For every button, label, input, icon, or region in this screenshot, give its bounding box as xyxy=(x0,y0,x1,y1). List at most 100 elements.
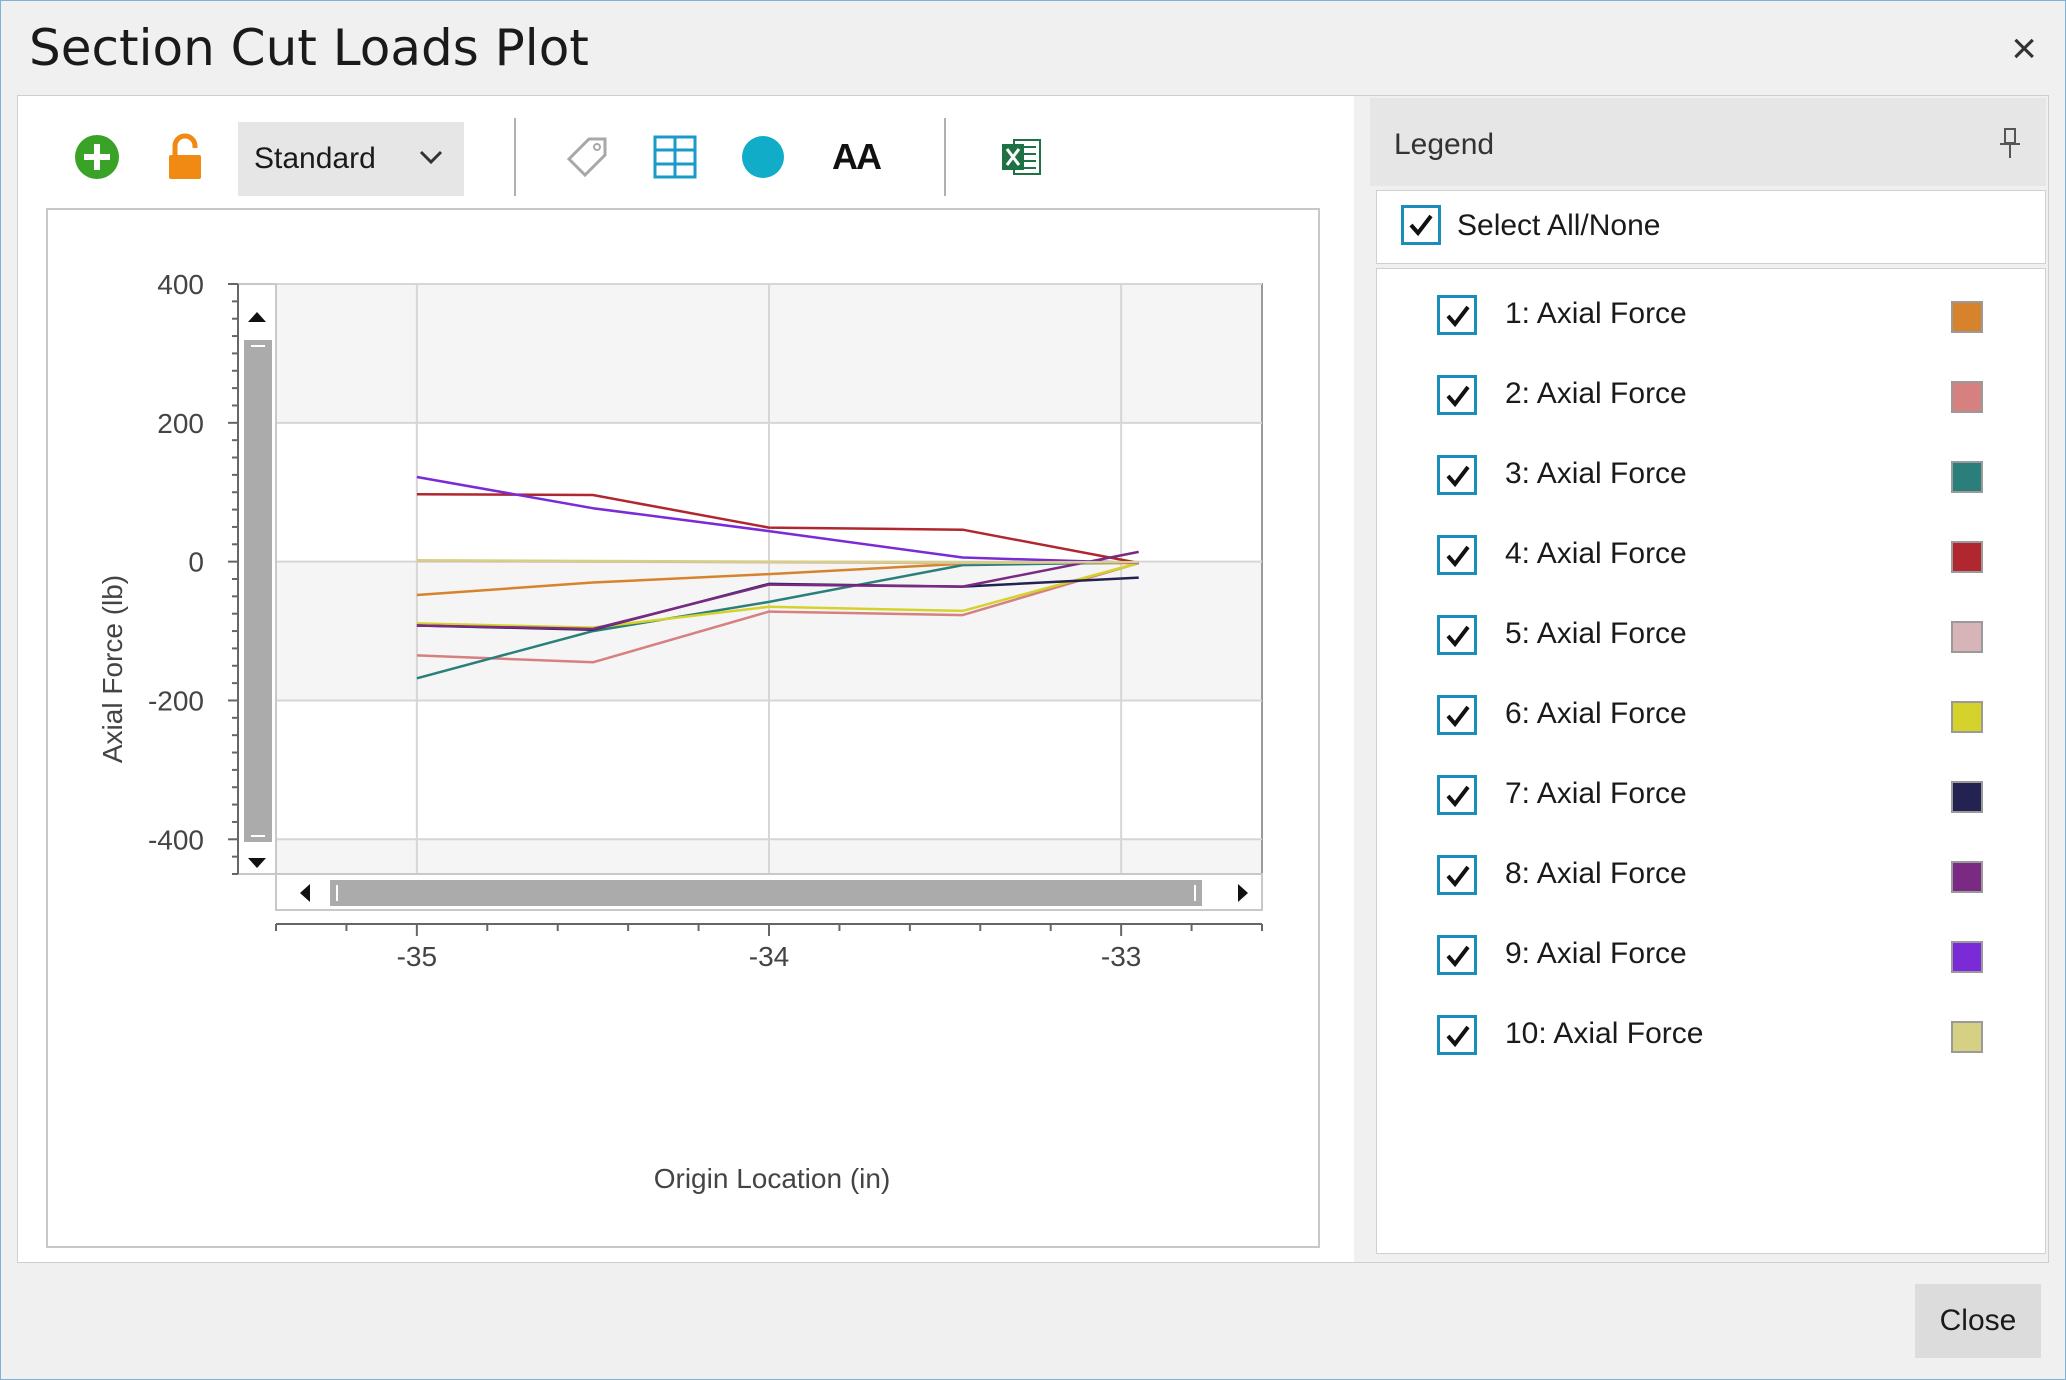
legend-color-swatch xyxy=(1951,781,1983,813)
legend-item[interactable]: 4: Axial Force xyxy=(1377,521,2045,581)
grid-icon xyxy=(653,135,697,179)
checkmark-icon xyxy=(1446,865,1470,888)
legend-color-swatch xyxy=(1951,381,1983,413)
legend-item-checkbox[interactable] xyxy=(1437,535,1477,575)
font-icon: AA xyxy=(832,136,882,177)
plot-area: Standard AA -35 -34 -33 400 200 0 -200 -… xyxy=(18,96,1328,1262)
legend-title: Legend xyxy=(1394,128,1495,161)
legend-item-label: 4: Axial Force xyxy=(1505,537,1687,570)
chevron-down-icon xyxy=(419,150,443,165)
legend-item-label: 8: Axial Force xyxy=(1505,857,1687,890)
checkmark-icon xyxy=(1446,385,1470,408)
x-tick-label: -34 xyxy=(749,941,789,972)
chart-frame: -35 -34 -33 400 200 0 -200 -400 Origin Locatio… xyxy=(46,208,1320,1248)
checkmark-icon xyxy=(1446,705,1470,728)
dialog-window: Section Cut Loads Plot × Standard AA -35… xyxy=(0,0,2066,1380)
legend-item[interactable]: 7: Axial Force xyxy=(1377,761,2045,821)
close-icon[interactable]: × xyxy=(2011,27,2037,71)
legend-color-swatch xyxy=(1951,541,1983,573)
legend-item-checkbox[interactable] xyxy=(1437,1015,1477,1055)
export-excel-button[interactable] xyxy=(994,130,1048,184)
legend-item-label: 10: Axial Force xyxy=(1505,1017,1704,1050)
legend-item[interactable]: 8: Axial Force xyxy=(1377,841,2045,901)
legend-item-checkbox[interactable] xyxy=(1437,695,1477,735)
legend-item-label: 3: Axial Force xyxy=(1505,457,1687,490)
legend-color-swatch xyxy=(1951,1021,1983,1053)
checkmark-icon xyxy=(1446,785,1470,808)
marker-button[interactable] xyxy=(736,130,790,184)
pin-icon[interactable] xyxy=(1996,126,2024,160)
legend-color-swatch xyxy=(1951,301,1983,333)
legend-item-checkbox[interactable] xyxy=(1437,855,1477,895)
unlock-icon xyxy=(169,133,201,179)
legend-item-checkbox[interactable] xyxy=(1437,295,1477,335)
legend-item[interactable]: 10: Axial Force xyxy=(1377,1001,2045,1061)
legend-panel: Legend Select All/None 1: Axial Force 2: … xyxy=(1354,96,2048,1262)
circle-marker-icon xyxy=(742,136,784,178)
legend-color-swatch xyxy=(1951,861,1983,893)
legend-list: 1: Axial Force 2: Axial Force 3: Axial For… xyxy=(1376,268,2046,1254)
legend-item-label: 1: Axial Force xyxy=(1505,297,1687,330)
style-select-value: Standard xyxy=(254,142,376,175)
horizontal-scrollbar[interactable] xyxy=(275,873,1263,911)
lock-button[interactable] xyxy=(158,130,212,184)
legend-item-label: 9: Axial Force xyxy=(1505,937,1687,970)
legend-item[interactable]: 5: Axial Force xyxy=(1377,601,2045,661)
legend-item-checkbox[interactable] xyxy=(1437,775,1477,815)
y-axis-label: Axial Force (lb) xyxy=(97,575,128,763)
select-all-checkbox[interactable] xyxy=(1401,205,1441,245)
checkmark-icon xyxy=(1446,1025,1470,1048)
legend-header: Legend xyxy=(1370,98,2046,186)
legend-item[interactable]: 9: Axial Force xyxy=(1377,921,2045,981)
legend-item-checkbox[interactable] xyxy=(1437,455,1477,495)
plus-circle-icon xyxy=(75,135,119,179)
y-tick-label: 200 xyxy=(157,408,204,439)
legend-item[interactable]: 2: Axial Force xyxy=(1377,361,2045,421)
select-all-label: Select All/None xyxy=(1457,209,1661,242)
legend-item-label: 5: Axial Force xyxy=(1505,617,1687,650)
checkmark-icon xyxy=(1446,305,1470,328)
y-tick-label: 400 xyxy=(157,269,204,300)
horizontal-scroll-thumb[interactable] xyxy=(330,880,1202,906)
legend-color-swatch xyxy=(1951,701,1983,733)
checkmark-icon xyxy=(1409,214,1433,237)
select-all-row[interactable]: Select All/None xyxy=(1376,190,2046,264)
toolbar-separator xyxy=(944,118,946,196)
y-tick-label: -400 xyxy=(148,824,204,855)
legend-item-checkbox[interactable] xyxy=(1437,375,1477,415)
x-tick-label: -35 xyxy=(397,941,437,972)
add-plot-button[interactable] xyxy=(70,130,124,184)
dialog-content: Standard AA -35 -34 -33 400 200 0 -200 -… xyxy=(17,95,2049,1263)
x-tick-label: -33 xyxy=(1101,941,1141,972)
y-tick-label: -200 xyxy=(148,685,204,716)
legend-item-checkbox[interactable] xyxy=(1437,935,1477,975)
close-button[interactable]: Close xyxy=(1915,1284,2041,1358)
legend-color-swatch xyxy=(1951,461,1983,493)
legend-item-checkbox[interactable] xyxy=(1437,615,1477,655)
legend-item-label: 7: Axial Force xyxy=(1505,777,1687,810)
dialog-title: Section Cut Loads Plot xyxy=(29,19,589,77)
legend-item[interactable]: 3: Axial Force xyxy=(1377,441,2045,501)
checkmark-icon xyxy=(1446,945,1470,968)
vertical-scrollbar[interactable] xyxy=(237,283,277,875)
legend-item[interactable]: 1: Axial Force xyxy=(1377,281,2045,341)
x-axis-label: Origin Location (in) xyxy=(654,1163,891,1194)
toolbar-separator xyxy=(514,118,516,196)
tag-icon xyxy=(566,137,607,178)
legend-color-swatch xyxy=(1951,621,1983,653)
legend-item-label: 2: Axial Force xyxy=(1505,377,1687,410)
grid-button[interactable] xyxy=(648,130,702,184)
legend-item[interactable]: 6: Axial Force xyxy=(1377,681,2045,741)
font-button[interactable]: AA xyxy=(824,130,888,184)
checkmark-icon xyxy=(1446,465,1470,488)
y-tick-label: 0 xyxy=(188,547,204,578)
excel-export-icon xyxy=(1002,139,1041,175)
vertical-scroll-thumb[interactable] xyxy=(244,340,272,842)
checkmark-icon xyxy=(1446,545,1470,568)
checkmark-icon xyxy=(1446,625,1470,648)
legend-item-label: 6: Axial Force xyxy=(1505,697,1687,730)
plot-toolbar: Standard AA xyxy=(40,118,1310,196)
line-chart: -35 -34 -33 400 200 0 -200 -400 Origin Locatio… xyxy=(97,269,1263,1194)
label-button[interactable] xyxy=(560,130,614,184)
style-select[interactable]: Standard xyxy=(238,122,464,196)
